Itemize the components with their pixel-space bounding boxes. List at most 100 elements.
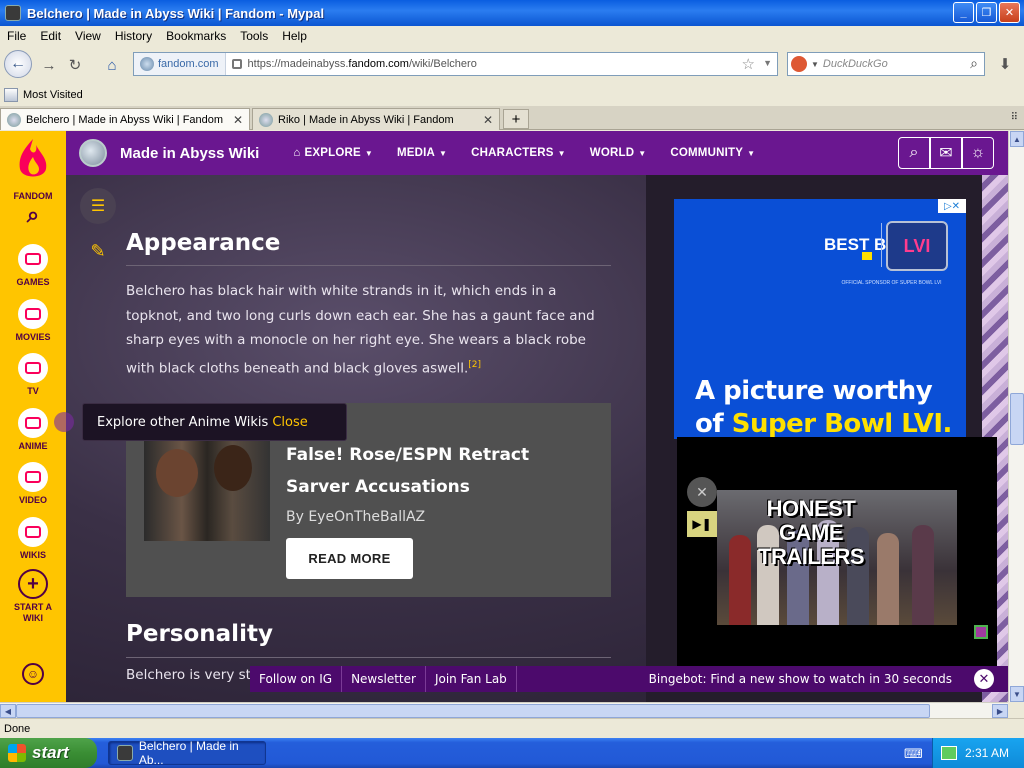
wiki-name[interactable]: Made in Abyss Wiki: [120, 145, 259, 162]
menu-tools[interactable]: Tools: [233, 29, 275, 43]
horizontal-scrollbar[interactable]: ◀ ▶: [0, 702, 1008, 718]
nav-community[interactable]: COMMUNITY ▼: [658, 147, 767, 159]
edit-pencil-icon[interactable]: ✎: [86, 239, 110, 263]
reference-link[interactable]: [2]: [468, 360, 481, 370]
close-tab-icon[interactable]: ✕: [233, 113, 243, 127]
tab-list-icon[interactable]: ⠿: [1011, 112, 1018, 123]
promo-title[interactable]: False! Rose/ESPN Retract Sarver Accusati…: [286, 439, 586, 503]
taskbar-item-mypal[interactable]: Belchero | Made in Ab...: [108, 739, 266, 767]
tooltip-close-link[interactable]: Close: [272, 415, 307, 430]
section-heading-appearance: Appearance: [126, 230, 281, 256]
system-tray: 2:31 AM: [932, 738, 1024, 768]
heading-divider: [126, 657, 611, 658]
sidebar-search-button[interactable]: ⌕: [0, 204, 66, 226]
scroll-right-icon[interactable]: ▶: [992, 704, 1008, 718]
sidebar-item-start-a-wiki[interactable]: + START A WIKI: [0, 569, 66, 624]
keyboard-icon[interactable]: ⌨: [904, 746, 923, 762]
theme-toggle-sun-icon[interactable]: ☼: [962, 137, 994, 169]
forward-arrow-icon[interactable]: →: [36, 52, 62, 78]
follow-on-ig-link[interactable]: Follow on IG: [250, 666, 343, 692]
start-button[interactable]: start: [0, 738, 97, 768]
menu-help[interactable]: Help: [275, 29, 314, 43]
nav-explore[interactable]: ⌂ EXPLORE ▼: [281, 147, 385, 159]
menu-bookmarks[interactable]: Bookmarks: [159, 29, 233, 43]
close-tab-icon[interactable]: ✕: [483, 113, 493, 127]
chevron-down-icon[interactable]: ▼: [763, 58, 772, 68]
sidebar-item-label: TV: [27, 386, 39, 396]
search-icon[interactable]: ⌕: [970, 55, 978, 72]
tab-belchero[interactable]: Belchero | Made in Abyss Wiki | Fandom ✕: [0, 108, 250, 130]
home-icon[interactable]: ⌂: [99, 52, 125, 78]
newsletter-link[interactable]: Newsletter: [342, 666, 426, 692]
minimize-button[interactable]: _: [953, 2, 974, 23]
personality-paragraph: Belchero is very str: [126, 667, 256, 683]
wiki-search-icon[interactable]: ⌕: [898, 137, 930, 169]
tab-riko[interactable]: Riko | Made in Abyss Wiki | Fandom ✕: [252, 108, 500, 130]
sidebar-item-wikis[interactable]: WIKIS: [0, 517, 66, 561]
site-identity-button[interactable]: fandom.com: [134, 53, 226, 75]
chevron-down-icon: ▼: [638, 148, 647, 158]
promo-thumbnail[interactable]: [144, 435, 270, 541]
mute-icon[interactable]: ✕: [687, 477, 717, 507]
wiki-logo[interactable]: [79, 139, 107, 167]
nav-media[interactable]: MEDIA ▼: [385, 147, 459, 159]
sidebar-item-games[interactable]: GAMES: [0, 244, 66, 288]
maximize-button[interactable]: ❐: [976, 2, 997, 23]
globe-icon: [259, 112, 273, 127]
sidebar-item-movies[interactable]: MOVIES: [0, 299, 66, 343]
menu-view[interactable]: View: [68, 29, 108, 43]
read-more-button[interactable]: READ MORE: [286, 538, 413, 579]
join-fan-lab-link[interactable]: Join Fan Lab: [426, 666, 517, 692]
play-icon: [18, 462, 48, 492]
status-bar: Done: [0, 718, 1024, 738]
sidebar-account-button[interactable]: ☺: [0, 663, 66, 688]
most-visited-bookmark[interactable]: Most Visited: [23, 89, 83, 101]
back-arrow-icon[interactable]: ←: [4, 50, 32, 78]
play-pause-icon[interactable]: ▶❚: [687, 511, 717, 537]
window-titlebar[interactable]: Belchero | Made in Abyss Wiki | Fandom -…: [0, 0, 1024, 26]
horizontal-scroll-thumb[interactable]: [16, 704, 930, 718]
clock[interactable]: 2:31 AM: [965, 746, 1009, 760]
vertical-scroll-thumb[interactable]: [1010, 393, 1024, 445]
bingebot-link[interactable]: Bingebot: Find a new show to watch in 30…: [649, 672, 952, 686]
nav-characters[interactable]: CHARACTERS ▼: [459, 147, 578, 159]
nav-world[interactable]: WORLD ▼: [578, 147, 659, 159]
network-icon[interactable]: [941, 746, 957, 760]
table-of-contents-icon[interactable]: ☰: [80, 188, 116, 224]
chevron-down-icon[interactable]: ▼: [811, 60, 819, 69]
new-tab-button[interactable]: +: [503, 109, 529, 129]
duckduckgo-icon[interactable]: [791, 56, 807, 72]
reload-icon[interactable]: ↻: [62, 52, 88, 78]
close-window-button[interactable]: ✕: [999, 2, 1020, 23]
mypal-app-icon: [5, 5, 21, 21]
scroll-left-icon[interactable]: ◀: [0, 704, 16, 718]
fandom-logo-label[interactable]: FANDOM: [0, 191, 66, 201]
scroll-down-icon[interactable]: ▼: [1010, 686, 1024, 702]
sidebar-item-video[interactable]: VIDEO: [0, 462, 66, 506]
video-title: HONEST GAME TRAILERS: [758, 496, 865, 569]
bestbuy-ad[interactable]: ▷✕ BEST BUY LVI OFFICIAL SPONSOR OF SUPE…: [674, 199, 966, 439]
chevron-down-icon: ▼: [439, 148, 448, 158]
download-icon[interactable]: ⬇: [993, 52, 1017, 76]
video-expand-icon[interactable]: [974, 625, 988, 639]
vertical-scrollbar[interactable]: ▲ ▼: [1008, 131, 1024, 702]
menu-history[interactable]: History: [108, 29, 159, 43]
section-heading-personality: Personality: [126, 621, 273, 647]
bookmark-star-icon[interactable]: ☆: [742, 55, 755, 73]
discussions-icon[interactable]: ✉: [930, 137, 962, 169]
url-bar[interactable]: fandom.com https://madeinabyss.fandom.co…: [133, 52, 778, 76]
fan-footer-bar: Follow on IG Newsletter Join Fan Lab Bin…: [250, 666, 1008, 692]
adchoices-icon[interactable]: ▷✕: [938, 199, 966, 213]
sidebar-item-tv[interactable]: TV: [0, 353, 66, 397]
fandom-flame-icon[interactable]: [16, 137, 50, 185]
featured-video-player[interactable]: ✕ ▶❚ HONEST GAME TRAILERS: [677, 437, 997, 669]
scroll-up-icon[interactable]: ▲: [1010, 131, 1024, 147]
menu-edit[interactable]: Edit: [33, 29, 68, 43]
url-text[interactable]: https://madeinabyss.fandom.com/wiki/Belc…: [248, 58, 477, 70]
chevron-down-icon: ▼: [747, 148, 756, 158]
menu-file[interactable]: File: [0, 29, 33, 43]
folder-icon: [4, 88, 18, 102]
close-footer-icon[interactable]: ✕: [974, 669, 994, 689]
explore-anime-tooltip: Explore other Anime Wikis Close: [82, 403, 347, 441]
search-bar[interactable]: ▼ DuckDuckGo ⌕: [787, 52, 985, 76]
